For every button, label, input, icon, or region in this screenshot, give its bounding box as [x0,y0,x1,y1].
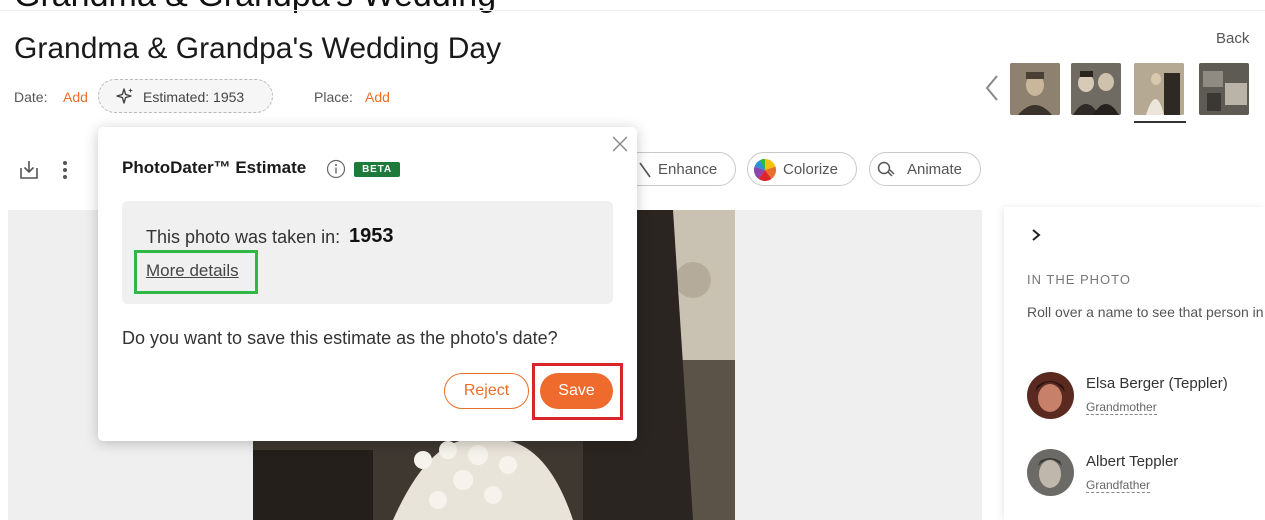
color-wheel-icon [754,159,776,181]
estimated-date-label: Estimated: 1953 [143,89,245,105]
beta-badge: BETA [354,162,400,177]
selected-thumbnail-indicator [1134,121,1186,123]
avatar-image [1027,449,1074,496]
thumbnail-3-selected[interactable] [1134,63,1184,115]
photo-meta-row: Date: Add Estimated: 1953 Place: Add [14,79,514,113]
save-estimate-question: Do you want to save this estimate as the… [122,328,558,348]
animate-label: Animate [907,161,963,178]
add-date-link[interactable]: Add [63,89,88,105]
thumbnail-4[interactable] [1199,63,1249,115]
colorize-button[interactable]: Colorize [747,152,857,186]
avatar[interactable] [1027,449,1074,496]
red-highlight-box [532,363,623,420]
thumbnail-1[interactable] [1010,63,1060,115]
thumbnail-2[interactable] [1071,63,1121,115]
person-name[interactable]: Elsa Berger (Teppler) [1086,375,1228,392]
add-place-link[interactable]: Add [365,89,390,105]
enhance-label: Enhance [658,161,718,178]
green-highlight-box [134,250,258,294]
clipped-heading: Grandma & Grandpa's Wedding [14,0,496,15]
reject-button[interactable]: Reject [444,373,529,409]
in-the-photo-heading: IN THE PHOTO [1027,272,1131,287]
person-relation: Grandmother [1086,400,1157,415]
animate-icon [877,161,895,177]
page-title: Grandma & Grandpa's Wedding Day [14,32,502,65]
top-divider [0,10,1265,11]
date-label: Date: [14,89,48,105]
place-label: Place: [314,89,353,105]
person-relation: Grandfather [1086,478,1151,493]
person-name[interactable]: Albert Teppler [1086,453,1178,470]
thumbnail-4-image [1199,63,1249,115]
in-the-photo-description: Roll over a name to see that person in t… [1027,304,1265,320]
estimated-date-chip[interactable]: Estimated: 1953 [98,79,273,113]
thumbnail-1-image [1010,63,1060,115]
close-icon[interactable] [610,134,630,154]
popover-title: PhotoDater™ Estimate [122,158,307,177]
taken-in-year: 1953 [349,225,394,247]
wand-icon [639,162,651,178]
thumbnail-2-image [1071,63,1121,115]
colorize-label: Colorize [783,161,839,178]
sparkle-icon [116,88,133,104]
avatar[interactable] [1027,372,1074,419]
info-icon[interactable] [326,159,346,179]
avatar-image [1027,372,1074,419]
chevron-right-icon[interactable] [1029,227,1043,243]
download-icon[interactable] [18,159,40,181]
more-vert-icon[interactable] [60,159,70,181]
thumbnail-3-image [1134,63,1184,115]
chevron-left-icon[interactable] [983,74,1001,102]
taken-in-label: This photo was taken in: [146,227,341,247]
animate-button[interactable]: Animate [869,152,981,186]
back-link[interactable]: Back [1216,30,1249,47]
